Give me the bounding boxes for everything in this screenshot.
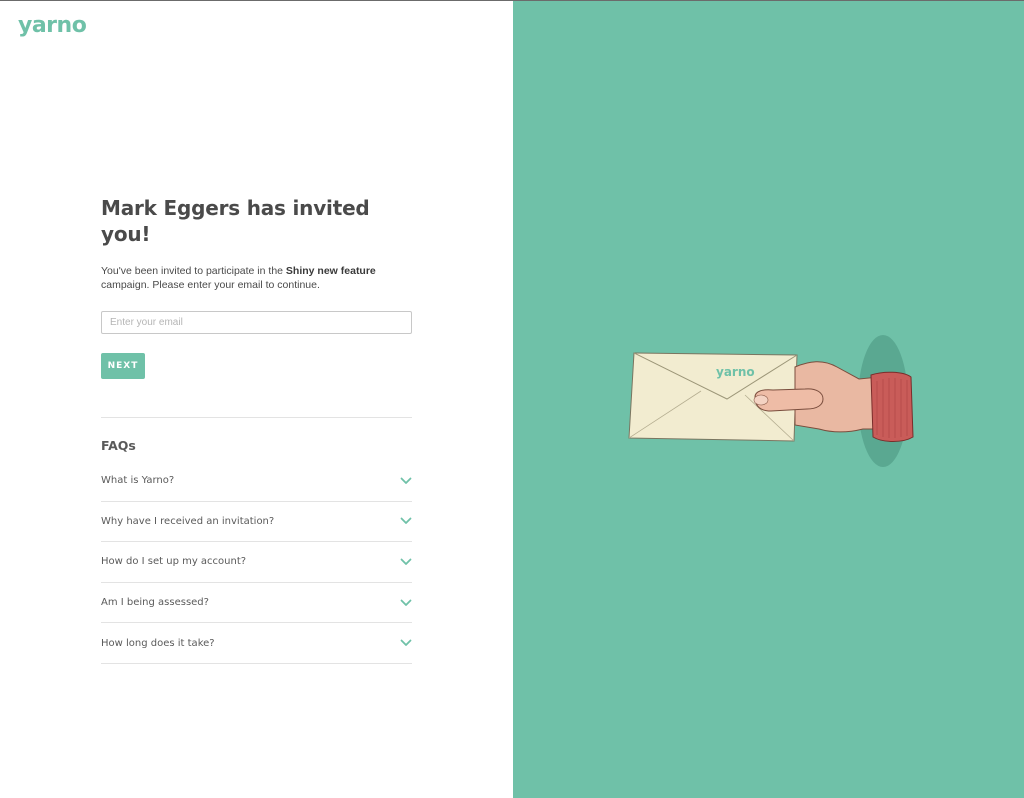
- intro-text-after: campaign. Please enter your email to con…: [101, 279, 320, 291]
- left-panel: yarno Mark Eggers has invited you! You'v…: [0, 1, 513, 798]
- yarno-logo[interactable]: yarno: [18, 13, 87, 38]
- intro-text-before: You've been invited to participate in th…: [101, 265, 286, 277]
- faq-question: Why have I received an invitation?: [101, 515, 275, 527]
- invite-page: yarno Mark Eggers has invited you! You'v…: [0, 0, 1024, 798]
- section-divider: [101, 417, 412, 418]
- faq-question: How do I set up my account?: [101, 556, 247, 568]
- email-input[interactable]: [101, 311, 412, 334]
- faq-item[interactable]: How do I set up my account?: [101, 542, 412, 583]
- invite-description: You've been invited to participate in th…: [101, 264, 412, 292]
- chevron-down-icon[interactable]: [400, 475, 412, 487]
- faq-item[interactable]: Why have I received an invitation?: [101, 502, 412, 543]
- chevron-down-icon[interactable]: [400, 515, 412, 527]
- faq-title: FAQs: [101, 438, 136, 453]
- hand-holding-envelope-icon: yarno: [628, 335, 914, 467]
- faq-question: What is Yarno?: [101, 475, 175, 487]
- next-button[interactable]: NEXT: [101, 353, 145, 379]
- faq-item[interactable]: Am I being assessed?: [101, 583, 412, 624]
- faq-list: What is Yarno? Why have I received an in…: [101, 461, 412, 664]
- faq-question: How long does it take?: [101, 637, 215, 649]
- faq-item[interactable]: How long does it take?: [101, 623, 412, 664]
- chevron-down-icon[interactable]: [400, 556, 412, 568]
- envelope-logo: yarno: [716, 365, 755, 379]
- campaign-name: Shiny new feature: [285, 265, 376, 277]
- faq-question: Am I being assessed?: [101, 597, 209, 609]
- page-title: Mark Eggers has invited you!: [101, 196, 370, 246]
- illustration-panel: yarno: [513, 1, 1024, 798]
- chevron-down-icon[interactable]: [400, 597, 412, 609]
- faq-item[interactable]: What is Yarno?: [101, 461, 412, 502]
- chevron-down-icon[interactable]: [400, 637, 412, 649]
- invite-form: Mark Eggers has invited you! You've been…: [101, 195, 412, 664]
